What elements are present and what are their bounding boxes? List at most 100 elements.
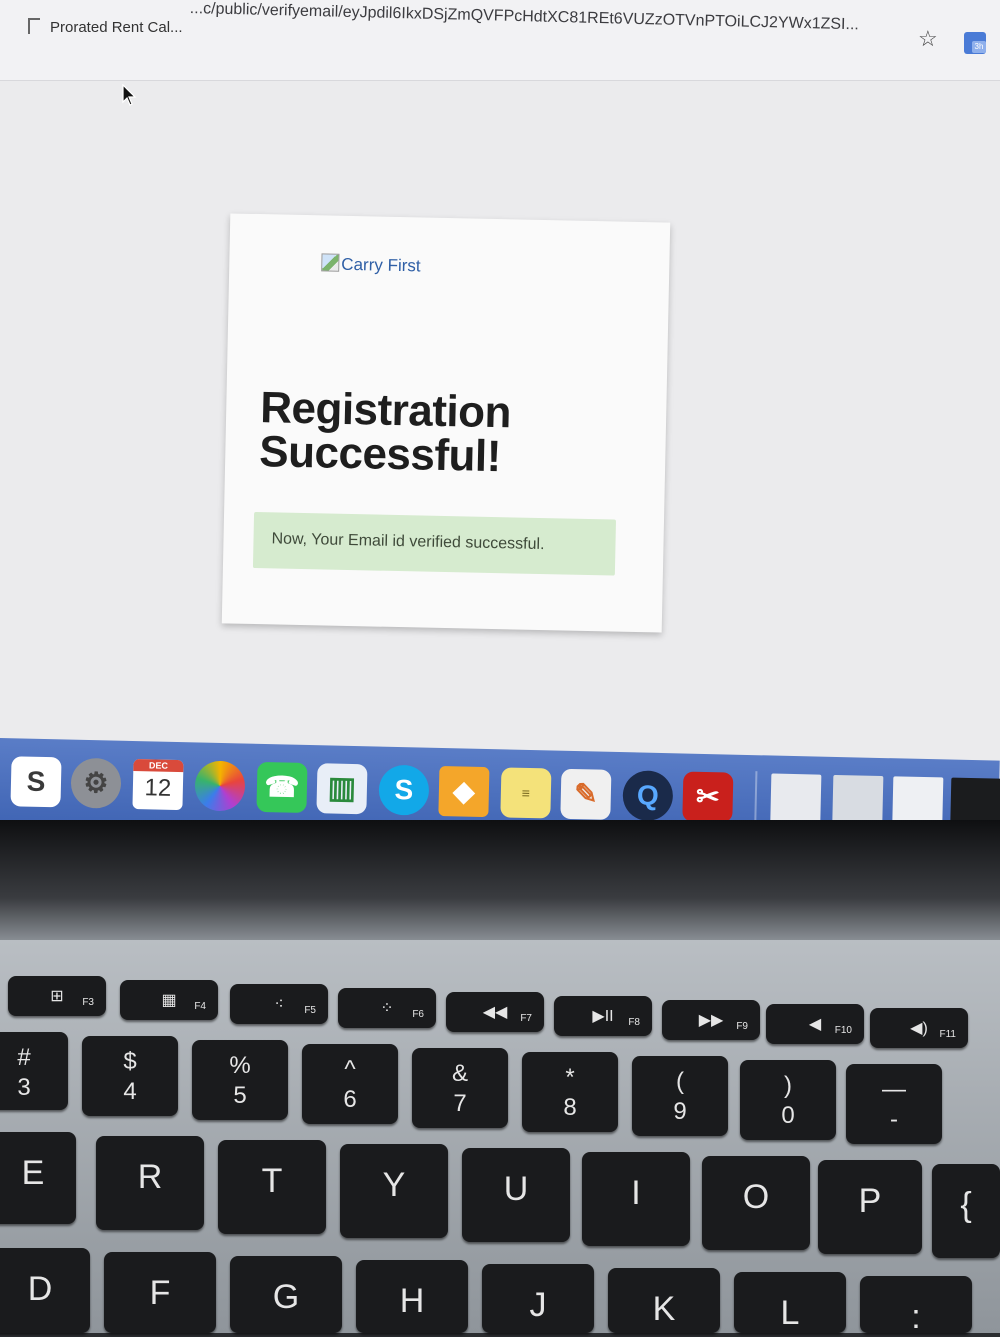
key-f[interactable]: F bbox=[104, 1252, 216, 1333]
key-letter: H bbox=[399, 1282, 425, 1320]
key-f7[interactable]: ◀◀ F7 bbox=[446, 992, 544, 1032]
extension-icon[interactable]: 3h bbox=[964, 32, 986, 54]
key-l[interactable]: L bbox=[734, 1272, 846, 1333]
key-fn-label: F10 bbox=[834, 1025, 852, 1036]
mouse-cursor-icon bbox=[122, 84, 137, 106]
key-letter: P bbox=[858, 1182, 882, 1220]
alert-message: Now, Your Email id verified successful. bbox=[271, 530, 545, 554]
key-number: 5 bbox=[233, 1082, 247, 1109]
key-5[interactable]: % 5 bbox=[192, 1040, 288, 1120]
key-7[interactable]: & 7 bbox=[412, 1048, 508, 1128]
key-letter: I bbox=[631, 1174, 641, 1212]
key-9[interactable]: (9 bbox=[632, 1056, 728, 1136]
key-d[interactable]: D bbox=[0, 1248, 90, 1333]
system-preferences-icon[interactable]: ⚙ bbox=[70, 757, 122, 809]
key-t[interactable]: T bbox=[218, 1140, 326, 1234]
key-letter: T bbox=[261, 1162, 283, 1200]
bookmark-label: Prorated Rent Cal... bbox=[50, 19, 183, 36]
key-f9[interactable]: ▶▶ F9 bbox=[662, 1000, 760, 1040]
key-3[interactable]: #3 bbox=[0, 1032, 68, 1110]
facetime-icon[interactable]: ☎ bbox=[256, 761, 308, 813]
key-letter: { bbox=[960, 1186, 972, 1224]
bookmark-favicon-icon bbox=[28, 18, 40, 34]
key-shift-symbol: $ bbox=[123, 1048, 137, 1075]
title-line-2: Successful! bbox=[258, 427, 502, 482]
page-title: Registration Successful! bbox=[258, 383, 561, 482]
key-f4[interactable]: ▦ F4 bbox=[120, 980, 218, 1020]
key-number: 4 bbox=[123, 1078, 137, 1105]
brand-logo: Carry First bbox=[321, 253, 421, 276]
key-letter: D bbox=[27, 1270, 53, 1308]
acrobat-icon[interactable]: ✂ bbox=[682, 771, 734, 823]
key-number: 7 bbox=[453, 1090, 467, 1117]
key-r[interactable]: R bbox=[96, 1136, 204, 1230]
key-letter: U bbox=[503, 1170, 529, 1208]
bookmark-star-icon[interactable]: ☆ bbox=[918, 28, 938, 50]
key-f3[interactable]: ⊞ F3 bbox=[8, 976, 106, 1016]
key-letter: E bbox=[21, 1154, 45, 1192]
key-letter: : bbox=[911, 1298, 921, 1336]
key-4[interactable]: $4 bbox=[82, 1036, 178, 1116]
key-number: 6 bbox=[343, 1086, 357, 1113]
key-minus[interactable]: — - bbox=[846, 1064, 942, 1144]
success-alert: Now, Your Email id verified successful. bbox=[252, 512, 617, 576]
key-e[interactable]: E bbox=[0, 1132, 76, 1224]
broken-image-icon bbox=[321, 253, 340, 272]
key-p[interactable]: P bbox=[818, 1160, 922, 1254]
recent-document-icon[interactable] bbox=[770, 773, 822, 825]
skype-icon[interactable]: S bbox=[378, 764, 430, 816]
key-f10[interactable]: ◀ F10 bbox=[766, 1004, 864, 1044]
key-shift-symbol: ^ bbox=[344, 1056, 356, 1083]
key-letter: Y bbox=[382, 1166, 406, 1204]
key-6[interactable]: ^ 6 bbox=[302, 1044, 398, 1124]
calendar-icon[interactable]: DEC 12 bbox=[132, 759, 184, 811]
key-fn-label: F9 bbox=[736, 1021, 748, 1032]
key-number: 9 bbox=[673, 1098, 687, 1125]
key-o[interactable]: O bbox=[702, 1156, 810, 1250]
browser-toolbar: ...c/public/verifyemail/eyJpdil6IkxDSjZm… bbox=[0, 0, 1000, 81]
address-bar[interactable]: ...c/public/verifyemail/eyJpdil6IkxDSjZm… bbox=[189, 0, 889, 39]
key-letter: F bbox=[149, 1274, 171, 1312]
key-y[interactable]: Y bbox=[340, 1144, 448, 1238]
laptop-bezel bbox=[0, 820, 1000, 950]
key-f6[interactable]: ⁘ F6 bbox=[338, 988, 436, 1028]
key-colon[interactable]: : bbox=[860, 1276, 972, 1336]
calendar-month: DEC bbox=[133, 759, 184, 773]
key-letter: G bbox=[272, 1278, 300, 1316]
key-j[interactable]: J bbox=[482, 1264, 594, 1333]
key-shift-symbol: ) bbox=[784, 1072, 792, 1099]
key-0[interactable]: ) 0 bbox=[740, 1060, 836, 1140]
key-f8[interactable]: ▶II F8 bbox=[554, 996, 652, 1036]
key-g[interactable]: G bbox=[230, 1256, 342, 1333]
calendar-day: 12 bbox=[144, 774, 172, 802]
numbers-icon[interactable]: ▥ bbox=[316, 763, 368, 815]
quicktime-icon[interactable]: Q bbox=[622, 770, 674, 822]
extension-badge: 3h bbox=[972, 41, 986, 53]
key-f11[interactable]: ◀) F11 bbox=[870, 1008, 968, 1048]
key-k[interactable]: K bbox=[608, 1268, 720, 1333]
key-shift-symbol: — bbox=[882, 1076, 906, 1103]
key-u[interactable]: U bbox=[462, 1148, 570, 1242]
key-letter: L bbox=[780, 1294, 800, 1332]
recent-window-icon[interactable] bbox=[832, 774, 884, 827]
key-shift-symbol: & bbox=[451, 1060, 468, 1087]
screen: ...c/public/verifyemail/eyJpdil6IkxDSjZm… bbox=[0, 0, 1000, 860]
preview-icon[interactable]: ✎ bbox=[560, 768, 612, 820]
key-i[interactable]: I bbox=[582, 1152, 690, 1246]
photos-icon[interactable] bbox=[194, 760, 246, 812]
bookmark-item[interactable]: Prorated Rent Cal... bbox=[28, 18, 183, 40]
laptop-keyboard: ⊞ F3 ▦ F4 ⁖ F5 ⁘ F6 ◀◀ F7 ▶II F8 ▶▶ F9 ◀ F10 ◀) F… bbox=[0, 940, 1000, 1336]
key-h[interactable]: H bbox=[356, 1260, 468, 1333]
key-8[interactable]: * 8 bbox=[522, 1052, 618, 1132]
key-f5[interactable]: ⁖ F5 bbox=[230, 984, 328, 1024]
key-left-brace[interactable]: { bbox=[932, 1164, 1000, 1258]
sketch-icon[interactable]: ◆ bbox=[438, 765, 490, 818]
key-fn-label: F5 bbox=[304, 1005, 316, 1016]
stickies-icon[interactable]: ≡ bbox=[500, 767, 552, 819]
key-fn-label: F6 bbox=[412, 1009, 424, 1020]
slack-icon[interactable]: S bbox=[10, 756, 62, 808]
key-number: 0 bbox=[781, 1102, 795, 1129]
dock-separator bbox=[754, 771, 758, 828]
key-shift-symbol: # bbox=[17, 1044, 31, 1071]
key-shift-symbol: % bbox=[229, 1052, 251, 1079]
